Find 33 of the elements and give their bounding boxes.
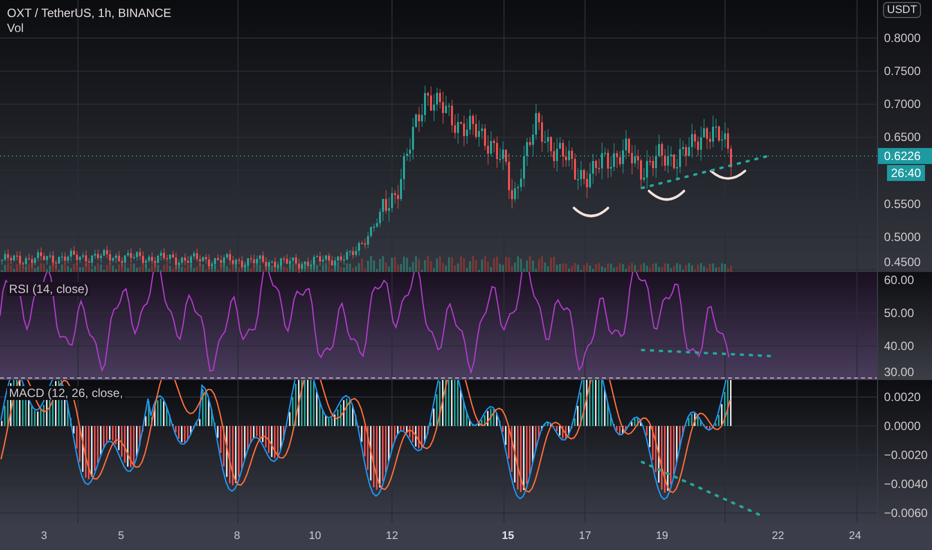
indicator-label: MACD (12, 26, close,	[7, 386, 126, 400]
indicator-label: RSI (14, close)	[7, 282, 90, 296]
time-label: 17	[578, 530, 592, 542]
time-label: 15	[500, 530, 516, 542]
last-price-label: 0.6226	[878, 148, 932, 164]
macd-tick: 0.0000	[884, 419, 921, 433]
macd-tick: −0.0060	[884, 506, 928, 520]
symbol-title: OXT / TetherUS, 1h, BINANCE	[7, 6, 172, 20]
time-label: 10	[308, 530, 322, 542]
time-label: 24	[848, 530, 862, 542]
time-label: 8	[232, 530, 242, 542]
rsi-tick: 40.00	[884, 339, 914, 353]
price-tick: 0.6500	[884, 130, 921, 144]
macd-tick: −0.0020	[884, 448, 928, 462]
price-tick: 0.5500	[884, 197, 921, 211]
time-label: 3	[40, 530, 48, 542]
rsi-tick: 60.00	[884, 273, 914, 287]
price-tick: 0.5000	[884, 230, 921, 244]
countdown-label: 26:40	[887, 165, 926, 181]
time-label: 12	[384, 530, 400, 542]
time-label: 5	[116, 530, 126, 542]
rsi-tick: 50.00	[884, 306, 914, 320]
price-tick: 0.7500	[884, 64, 921, 78]
price-tick: 0.7000	[884, 97, 921, 111]
macd-tick: −0.0040	[884, 477, 928, 491]
time-label: 19	[654, 530, 670, 542]
price-tick: 0.4500	[884, 255, 921, 269]
macd-tick: 0.0020	[884, 390, 921, 404]
currency-badge[interactable]: USDT	[883, 2, 921, 18]
volume-label: Vol	[7, 21, 25, 35]
price-tick: 0.8000	[884, 31, 921, 45]
time-label: 22	[770, 530, 786, 542]
rsi-tick: 30.00	[884, 365, 914, 379]
